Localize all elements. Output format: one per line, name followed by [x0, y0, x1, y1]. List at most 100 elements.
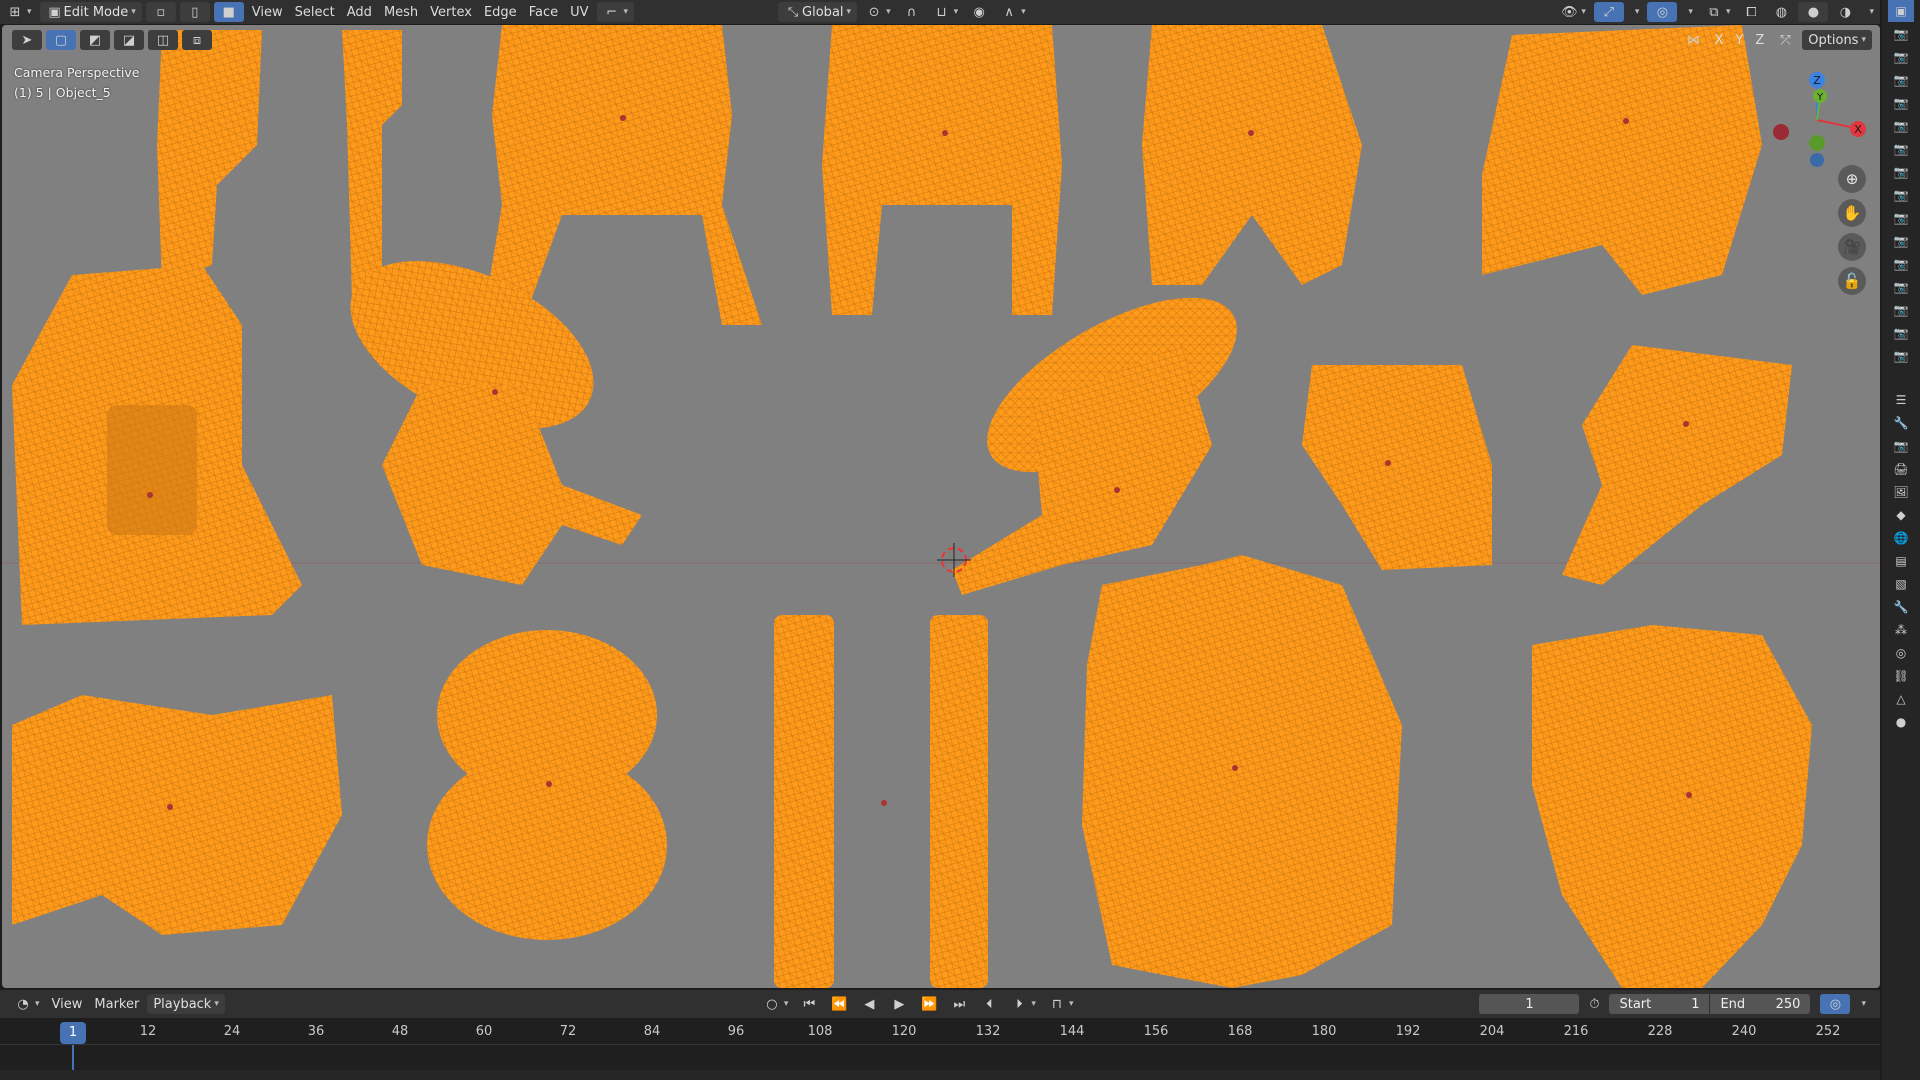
physics-tab-icon[interactable]: ◎	[1888, 642, 1914, 664]
camera-view-button[interactable]: 🎥	[1838, 233, 1866, 261]
object-camera-icon[interactable]: 📷	[1888, 253, 1914, 275]
play-reverse-button[interactable]: ◀	[854, 993, 884, 1015]
select-invert-button[interactable]: ◫	[148, 30, 178, 50]
overlays-menu-button[interactable]: ▾	[1679, 1, 1699, 23]
overlays-toggle[interactable]: ◎	[1647, 2, 1678, 22]
modifier-tab-icon[interactable]: 🔧	[1888, 596, 1914, 618]
menu-face[interactable]: Face	[523, 1, 564, 23]
timeline-editor-type-button[interactable]: ◔ ▾	[8, 993, 46, 1015]
view-layer-tab-icon[interactable]: 🖼	[1888, 481, 1914, 503]
select-extend-button[interactable]: ◩	[80, 30, 110, 50]
menu-view[interactable]: View	[246, 1, 289, 23]
walker-top-object[interactable]	[482, 25, 762, 325]
timeline-options-button[interactable]: ▾	[1852, 993, 1872, 1015]
menu-select[interactable]: Select	[289, 1, 341, 23]
shading-menu-button[interactable]: ▾	[1860, 1, 1880, 23]
transform-orientation-selector[interactable]: ⤡ Global ▾	[778, 2, 858, 22]
helicopter-object[interactable]	[952, 263, 1263, 595]
3d-viewport[interactable]: ➤ ▢ ◩ ◪ ◫ ⧈ ⋈ X Y Z ⤱ Options ▾ Camera P…	[2, 25, 1880, 988]
xray-toggle[interactable]: ⧠	[1736, 1, 1766, 23]
snap-toggle[interactable]: ∩	[897, 1, 927, 23]
auto-keying-toggle[interactable]: ○ ▾	[757, 993, 795, 1015]
scene-collection-icon[interactable]: ▣	[1888, 0, 1914, 22]
prev-keyframe-button[interactable]: ⏪	[824, 993, 854, 1015]
mirror-y-toggle[interactable]: Y	[1729, 29, 1749, 51]
menu-add[interactable]: Add	[341, 1, 378, 23]
collection-tab-icon[interactable]: ▤	[1888, 550, 1914, 572]
keying-set-button[interactable]: ⊓ ▾	[1042, 993, 1080, 1015]
gizmo-menu-button[interactable]: ▾	[1626, 1, 1646, 23]
select-intersect-button[interactable]: ⧈	[182, 30, 212, 50]
render-tab-icon[interactable]: 📷	[1888, 435, 1914, 457]
next-keyframe-button[interactable]: ⏩	[914, 993, 944, 1015]
particles-tab-icon[interactable]: ⁂	[1888, 619, 1914, 641]
menu-mesh[interactable]: Mesh	[378, 1, 424, 23]
vertex-select-button[interactable]: ▫	[145, 2, 176, 22]
object-camera-icon[interactable]: 📷	[1888, 276, 1914, 298]
object-camera-icon[interactable]: 📷	[1888, 138, 1914, 160]
object-camera-icon[interactable]: 📷	[1888, 322, 1914, 344]
auto-merge-toggle[interactable]: ⤱	[1770, 29, 1800, 51]
proportional-edit-toggle[interactable]: ◉	[964, 1, 994, 23]
shading-material-button[interactable]: ◑	[1830, 1, 1860, 23]
object-camera-icon[interactable]: 📷	[1888, 92, 1914, 114]
turret-object[interactable]	[1562, 345, 1792, 585]
menu-edge[interactable]: Edge	[478, 1, 523, 23]
object-camera-icon[interactable]: 📷	[1888, 161, 1914, 183]
next-frame-button[interactable]: ⏵ ▾	[1004, 993, 1042, 1015]
object-camera-icon[interactable]: 📷	[1888, 115, 1914, 137]
object-camera-icon[interactable]: 📷	[1888, 69, 1914, 91]
mesh-symmetry-icon-button[interactable]: ⋈	[1679, 29, 1709, 51]
menu-uv[interactable]: UV	[564, 1, 594, 23]
properties-editor-icon[interactable]: ☰	[1888, 389, 1914, 411]
walker-frame-object[interactable]	[822, 25, 1062, 315]
timeline-menu-marker[interactable]: Marker	[88, 993, 145, 1015]
gizmo-toggle[interactable]: ⤢	[1593, 2, 1624, 22]
pod-bottom-object[interactable]	[427, 630, 667, 940]
end-frame-field[interactable]: End 250	[1710, 994, 1811, 1014]
select-new-button[interactable]: ▢	[46, 30, 76, 50]
options-dropdown[interactable]: Options ▾	[1802, 30, 1872, 50]
object-camera-icon[interactable]: 📷	[1888, 299, 1914, 321]
zoom-button[interactable]: ⊕	[1838, 165, 1866, 193]
current-frame-field[interactable]: 1	[1479, 994, 1580, 1014]
frame-ruler[interactable]: 1 12 24 36 48 60 72 84 96 108 120 132 14…	[0, 1018, 1880, 1070]
gizmo-neg-y-axis[interactable]	[1809, 135, 1825, 151]
prev-frame-button[interactable]: ⏴	[974, 993, 1004, 1015]
shading-wireframe-button[interactable]: ◍	[1766, 1, 1796, 23]
material-tab-icon[interactable]: ●	[1888, 711, 1914, 733]
start-frame-field[interactable]: Start 1	[1609, 994, 1710, 1014]
constraints-tab-icon[interactable]: ⛓	[1888, 665, 1914, 687]
play-button[interactable]: ▶	[884, 993, 914, 1015]
object-camera-icon[interactable]: 📷	[1888, 46, 1914, 68]
mirror-x-toggle[interactable]: X	[1709, 29, 1730, 51]
scene-tab-icon[interactable]: ◆	[1888, 504, 1914, 526]
jump-end-button[interactable]: ⏭	[944, 993, 974, 1015]
face-select-button[interactable]: ■	[213, 2, 244, 22]
saucer-drone-object[interactable]	[325, 227, 642, 585]
object-camera-icon[interactable]: 📷	[1888, 345, 1914, 367]
select-tool-button[interactable]: ➤	[12, 30, 42, 50]
pivot-point-button[interactable]: ⊙ ▾	[859, 1, 897, 23]
object-tab-icon[interactable]: ▧	[1888, 573, 1914, 595]
gizmo-neg-x-axis[interactable]	[1773, 124, 1789, 140]
world-tab-icon[interactable]: 🌐	[1888, 527, 1914, 549]
mech-top-right-object[interactable]	[1482, 25, 1762, 295]
mirror-z-toggle[interactable]: Z	[1749, 29, 1770, 51]
visibility-button[interactable]: 👁 ▾	[1554, 1, 1592, 23]
jump-start-button[interactable]: ⏮	[794, 993, 824, 1015]
tool-tab-icon[interactable]: 🔧	[1888, 412, 1914, 434]
editor-type-button[interactable]: ⊞ ▾	[0, 1, 38, 23]
mesh-edit-overlays-button[interactable]: ⧉ ▾	[1699, 1, 1737, 23]
mode-selector[interactable]: ▣ Edit Mode ▾	[39, 2, 142, 22]
lock-camera-button[interactable]: 🔓	[1838, 267, 1866, 295]
drill-mech-object[interactable]	[1532, 625, 1812, 988]
object-camera-icon[interactable]: 📷	[1888, 230, 1914, 252]
falloff-button[interactable]: ∧ ▾	[994, 1, 1032, 23]
object-camera-icon[interactable]: 📷	[1888, 23, 1914, 45]
uv-select-mode-button[interactable]: ⌐ ▾	[596, 2, 635, 22]
legs-bottom-object[interactable]	[774, 615, 988, 988]
navigation-gizmo[interactable]: X Z Y	[1762, 65, 1872, 175]
object-camera-icon[interactable]: 📷	[1888, 207, 1914, 229]
tank-object[interactable]	[1302, 365, 1492, 570]
